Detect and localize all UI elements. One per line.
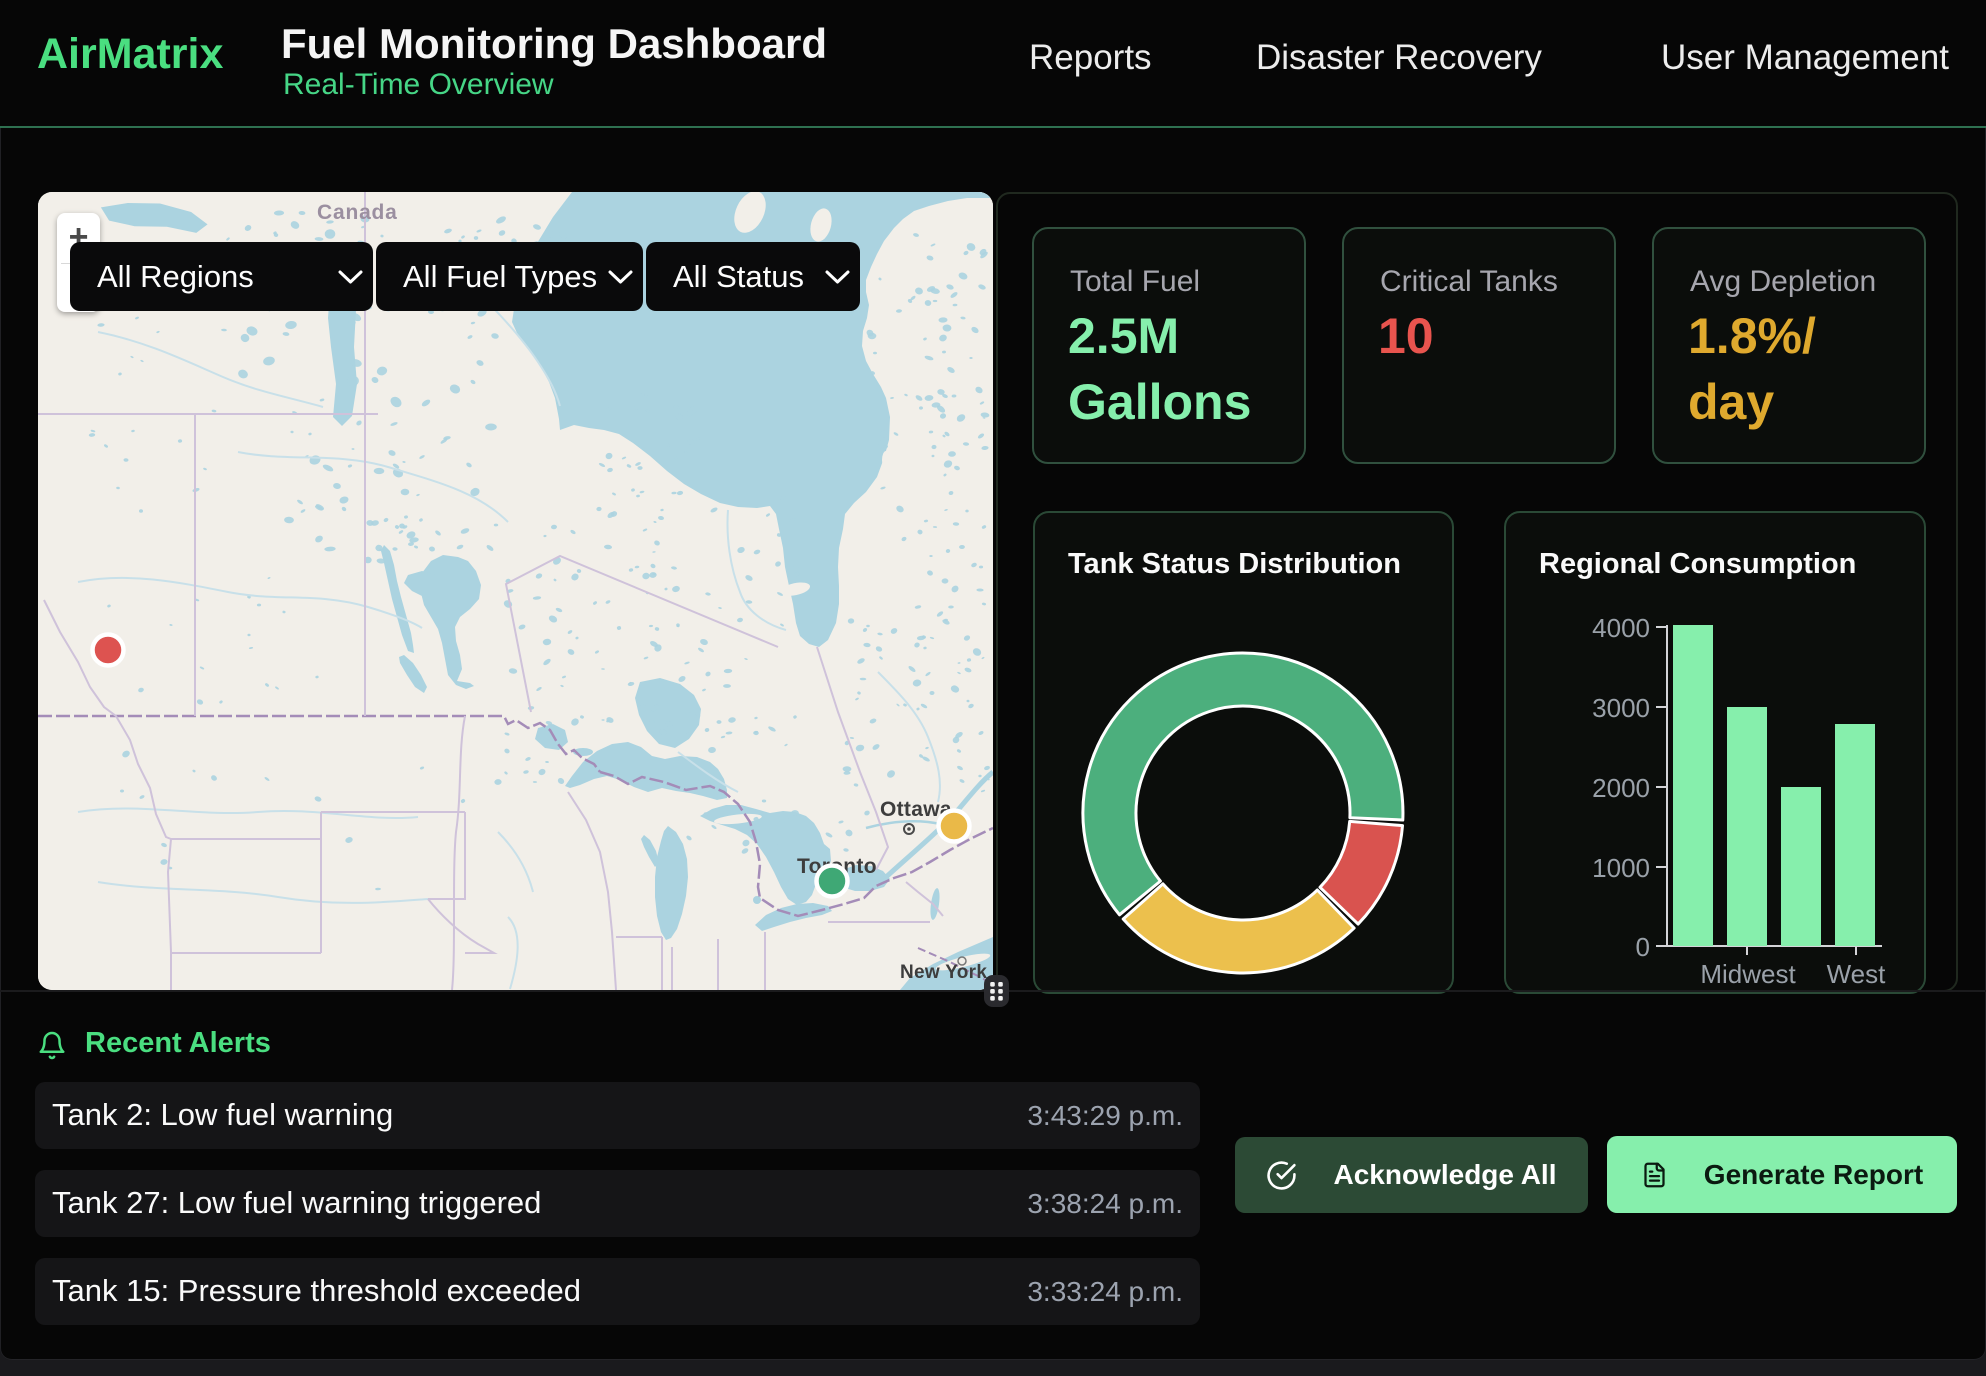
svg-text:1000: 1000 — [1592, 853, 1650, 883]
svg-text:2000: 2000 — [1592, 773, 1650, 803]
svg-text:West: West — [1827, 959, 1887, 989]
svg-text:0: 0 — [1636, 932, 1650, 962]
svg-text:4000: 4000 — [1592, 613, 1650, 643]
svg-text:3000: 3000 — [1592, 693, 1650, 723]
svg-text:Midwest: Midwest — [1700, 959, 1796, 989]
